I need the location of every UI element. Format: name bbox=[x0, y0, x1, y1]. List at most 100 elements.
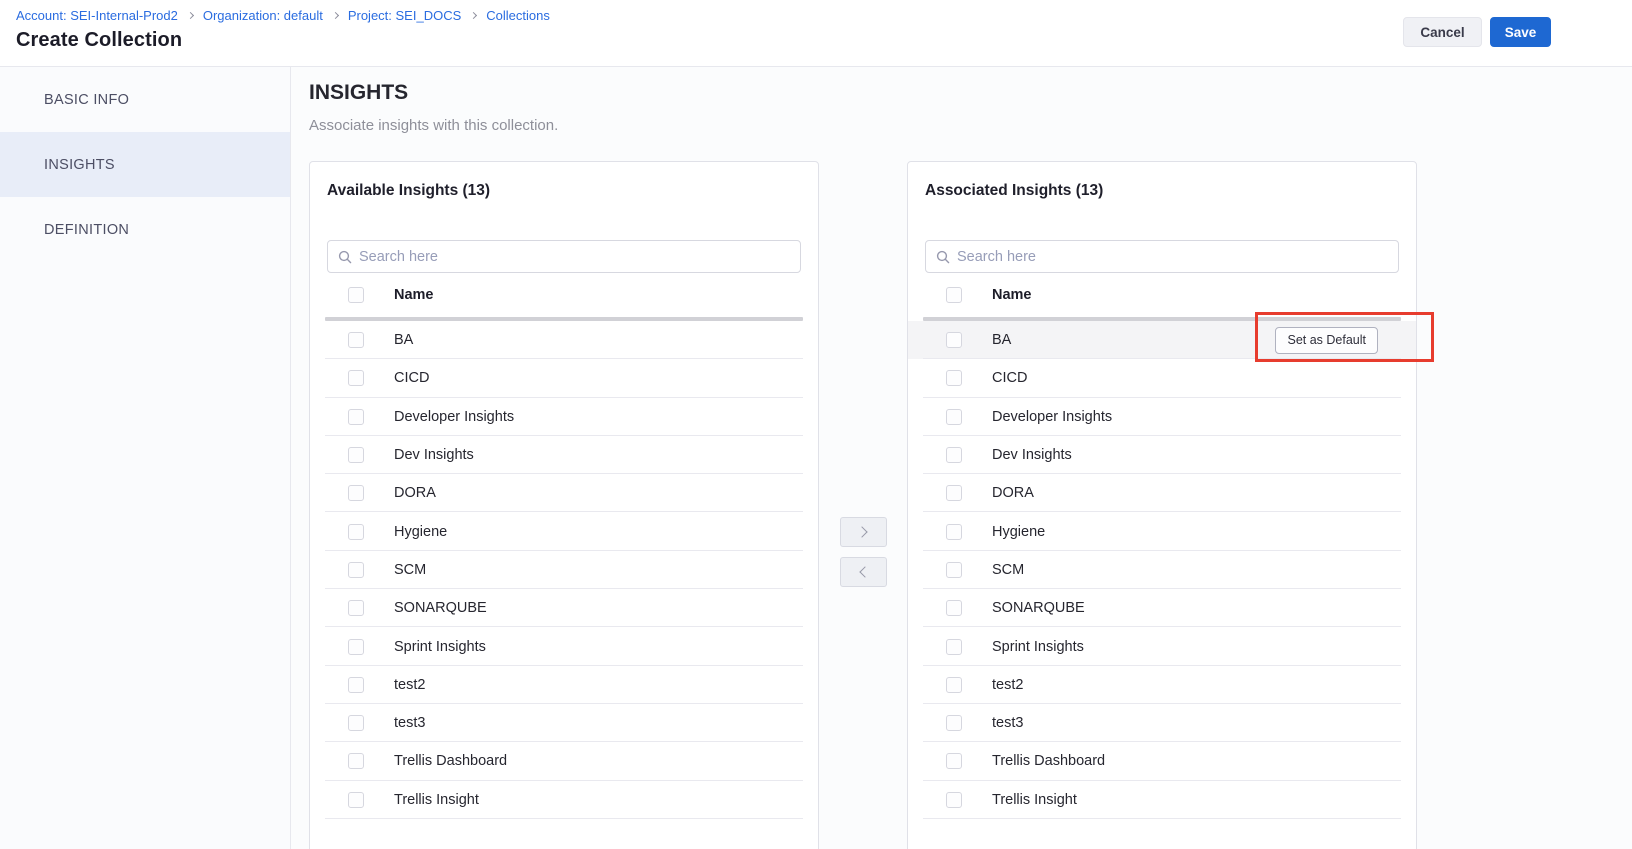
page-title: Create Collection bbox=[16, 29, 182, 52]
insight-name: Dev Insights bbox=[394, 447, 474, 463]
breadcrumb-link[interactable]: Organization: default bbox=[203, 8, 323, 23]
select-all-checkbox[interactable] bbox=[946, 287, 962, 303]
insight-row[interactable]: DORA bbox=[310, 474, 818, 512]
insight-row[interactable]: Trellis Insight bbox=[310, 781, 818, 819]
row-checkbox[interactable] bbox=[348, 409, 364, 425]
insight-row[interactable]: Developer Insights bbox=[310, 398, 818, 436]
move-right-button[interactable] bbox=[840, 517, 887, 547]
insight-name: Sprint Insights bbox=[394, 639, 486, 655]
insight-row[interactable]: SCM bbox=[310, 551, 818, 589]
row-checkbox[interactable] bbox=[348, 447, 364, 463]
insight-row[interactable]: test3 bbox=[908, 704, 1416, 742]
row-checkbox[interactable] bbox=[946, 639, 962, 655]
row-checkbox[interactable] bbox=[946, 332, 962, 348]
row-checkbox[interactable] bbox=[946, 447, 962, 463]
row-checkbox[interactable] bbox=[348, 485, 364, 501]
sidebar: BASIC INFO INSIGHTS DEFINITION bbox=[0, 67, 291, 849]
chevron-right-icon bbox=[187, 12, 194, 19]
header-actions: Cancel Save bbox=[1403, 17, 1551, 47]
insight-name: Trellis Insight bbox=[394, 792, 479, 808]
row-checkbox[interactable] bbox=[946, 562, 962, 578]
row-checkbox[interactable] bbox=[348, 370, 364, 386]
search-icon bbox=[338, 250, 352, 264]
breadcrumb: Account: SEI-Internal-Prod2 Organization… bbox=[16, 8, 550, 23]
insight-row[interactable]: Sprint Insights bbox=[310, 627, 818, 665]
row-checkbox[interactable] bbox=[946, 753, 962, 769]
insight-row[interactable]: Sprint Insights bbox=[908, 627, 1416, 665]
row-checkbox[interactable] bbox=[348, 715, 364, 731]
row-checkbox[interactable] bbox=[348, 753, 364, 769]
insight-row[interactable]: CICD bbox=[908, 359, 1416, 397]
insight-name: SCM bbox=[394, 562, 426, 578]
sidebar-item[interactable]: INSIGHTS bbox=[0, 132, 290, 197]
insight-row[interactable]: BA bbox=[310, 321, 818, 359]
insight-name: BA bbox=[394, 332, 413, 348]
insight-row[interactable]: BA Set as Default bbox=[908, 321, 1416, 359]
sidebar-item[interactable]: BASIC INFO bbox=[0, 67, 290, 132]
row-checkbox[interactable] bbox=[348, 639, 364, 655]
transfer-controls bbox=[840, 517, 887, 587]
row-checkbox[interactable] bbox=[348, 562, 364, 578]
insight-name: DORA bbox=[992, 485, 1034, 501]
insight-row[interactable]: SCM bbox=[908, 551, 1416, 589]
cancel-button[interactable]: Cancel bbox=[1403, 17, 1482, 47]
row-checkbox[interactable] bbox=[946, 600, 962, 616]
insight-row[interactable]: SONARQUBE bbox=[908, 589, 1416, 627]
row-checkbox[interactable] bbox=[946, 677, 962, 693]
sidebar-item[interactable]: DEFINITION bbox=[0, 197, 290, 262]
insight-row[interactable]: test3 bbox=[310, 704, 818, 742]
available-insights-panel: Available Insights (13) Name BA bbox=[309, 161, 819, 849]
insight-row[interactable]: SONARQUBE bbox=[310, 589, 818, 627]
set-default-button[interactable]: Set as Default bbox=[1275, 327, 1378, 354]
insight-row[interactable]: Developer Insights bbox=[908, 398, 1416, 436]
name-column-header: Name bbox=[992, 287, 1032, 303]
chevron-left-icon bbox=[859, 566, 870, 577]
insight-row[interactable]: DORA bbox=[908, 474, 1416, 512]
section-subheading: Associate insights with this collection. bbox=[309, 117, 558, 134]
insight-name: test3 bbox=[992, 715, 1023, 731]
search-icon bbox=[936, 250, 950, 264]
associated-panel-title: Associated Insights (13) bbox=[925, 182, 1399, 200]
select-all-checkbox[interactable] bbox=[348, 287, 364, 303]
insight-row[interactable]: Dev Insights bbox=[310, 436, 818, 474]
insight-row[interactable]: Dev Insights bbox=[908, 436, 1416, 474]
insight-row[interactable]: Trellis Insight bbox=[908, 781, 1416, 819]
row-checkbox[interactable] bbox=[946, 409, 962, 425]
insight-row[interactable]: CICD bbox=[310, 359, 818, 397]
insight-row[interactable]: Hygiene bbox=[310, 512, 818, 550]
chevron-right-icon bbox=[332, 12, 339, 19]
row-checkbox[interactable] bbox=[946, 715, 962, 731]
insight-row[interactable]: Trellis Dashboard bbox=[310, 742, 818, 780]
insight-row[interactable]: Hygiene bbox=[908, 512, 1416, 550]
section-heading: INSIGHTS bbox=[309, 81, 408, 105]
associated-search-input[interactable] bbox=[957, 249, 1388, 265]
move-left-button[interactable] bbox=[840, 557, 887, 587]
row-checkbox[interactable] bbox=[946, 524, 962, 540]
row-checkbox[interactable] bbox=[348, 332, 364, 348]
chevron-right-icon bbox=[470, 12, 477, 19]
insight-name: SONARQUBE bbox=[992, 600, 1085, 616]
insight-name: SONARQUBE bbox=[394, 600, 487, 616]
insight-name: Hygiene bbox=[992, 524, 1045, 540]
insight-name: DORA bbox=[394, 485, 436, 501]
row-checkbox[interactable] bbox=[348, 792, 364, 808]
insight-name: test2 bbox=[992, 677, 1023, 693]
available-search-input[interactable] bbox=[359, 249, 790, 265]
available-panel-title: Available Insights (13) bbox=[327, 182, 801, 200]
insight-name: SCM bbox=[992, 562, 1024, 578]
row-checkbox[interactable] bbox=[348, 600, 364, 616]
insight-row[interactable]: Trellis Dashboard bbox=[908, 742, 1416, 780]
save-button[interactable]: Save bbox=[1490, 17, 1551, 47]
associated-search-box bbox=[925, 240, 1399, 273]
row-checkbox[interactable] bbox=[946, 792, 962, 808]
insight-name: CICD bbox=[394, 370, 429, 386]
insight-row[interactable]: test2 bbox=[908, 666, 1416, 704]
row-checkbox[interactable] bbox=[946, 485, 962, 501]
row-checkbox[interactable] bbox=[348, 677, 364, 693]
row-checkbox[interactable] bbox=[946, 370, 962, 386]
breadcrumb-link[interactable]: Account: SEI-Internal-Prod2 bbox=[16, 8, 178, 23]
insight-row[interactable]: test2 bbox=[310, 666, 818, 704]
row-checkbox[interactable] bbox=[348, 524, 364, 540]
breadcrumb-link[interactable]: Project: SEI_DOCS bbox=[348, 8, 461, 23]
breadcrumb-link[interactable]: Collections bbox=[486, 8, 550, 23]
